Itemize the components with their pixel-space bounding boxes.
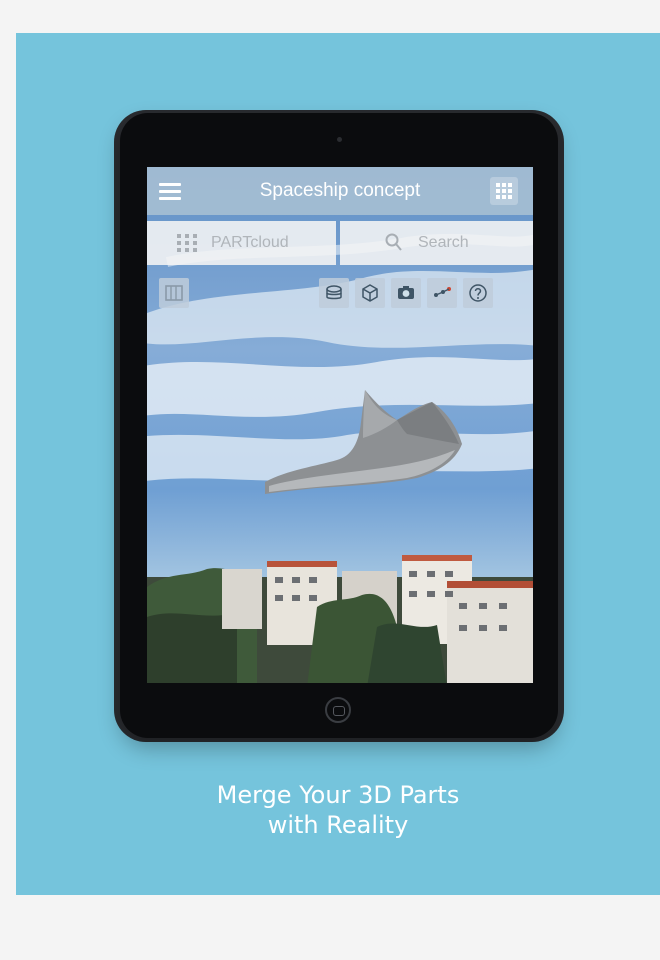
help-icon[interactable]: [463, 278, 493, 308]
search-placeholder: Search: [418, 234, 469, 251]
partcloud-label: PARTcloud: [211, 234, 289, 251]
front-camera: [337, 137, 342, 142]
app-screen: Spaceship concept PARTcloud Search: [147, 167, 533, 683]
layers-icon[interactable]: [319, 278, 349, 308]
tagline: Merge Your 3D Parts with Reality: [16, 780, 660, 840]
apps-grid-icon[interactable]: [490, 177, 518, 205]
camera-icon[interactable]: [391, 278, 421, 308]
cityscape-photo: [147, 555, 533, 683]
share-icon[interactable]: [427, 278, 457, 308]
cube-icon[interactable]: [355, 278, 385, 308]
app-header: Spaceship concept: [147, 167, 533, 215]
home-button-icon: [333, 706, 345, 716]
grid-dots-icon: [177, 234, 199, 252]
library-icon[interactable]: [159, 278, 189, 308]
page-title: Spaceship concept: [259, 180, 421, 201]
search-button[interactable]: Search: [340, 221, 533, 265]
tagline-line2: with Reality: [267, 811, 409, 839]
hamburger-menu-icon[interactable]: [155, 177, 185, 207]
partcloud-button[interactable]: PARTcloud: [147, 221, 336, 265]
search-icon: [385, 233, 402, 251]
spaceship-model[interactable]: [257, 382, 477, 502]
nav-subbar: PARTcloud Search: [147, 221, 533, 265]
tagline-line1: Merge Your 3D Parts: [216, 781, 460, 809]
